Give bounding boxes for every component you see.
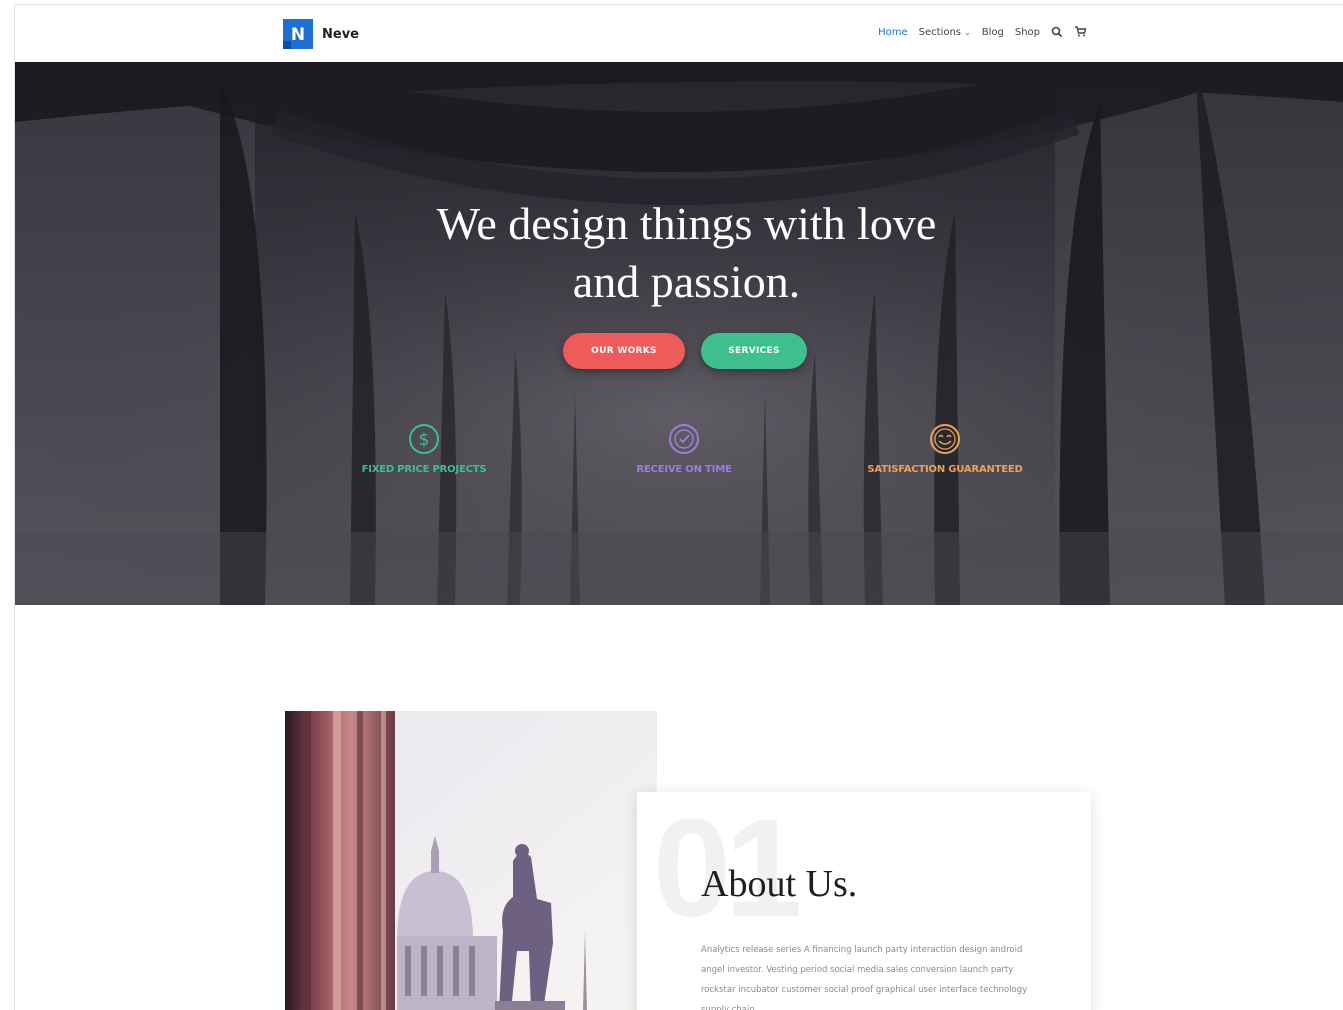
site-logo[interactable]: N Neve xyxy=(283,19,359,49)
feature-receive-on-time: RECEIVE ON TIME xyxy=(564,423,804,475)
browser-page: N Neve Home Sections ⌄ Blog Shop We desi… xyxy=(14,4,1343,1010)
search-icon[interactable] xyxy=(1051,26,1063,38)
hero-title-line-1: We design things with love xyxy=(436,198,937,249)
feature-label: RECEIVE ON TIME xyxy=(636,464,732,475)
logo-icon: N xyxy=(283,19,313,49)
chevron-down-icon: ⌄ xyxy=(964,27,971,37)
feature-label: FIXED PRICE PROJECTS xyxy=(361,464,487,475)
our-works-button[interactable]: OUR WORKS xyxy=(563,333,685,369)
smiley-icon xyxy=(930,424,960,454)
nav-item-blog[interactable]: Blog xyxy=(982,27,1004,38)
feature-fixed-price: $ FIXED PRICE PROJECTS xyxy=(304,423,544,475)
hero-title-line-2: and passion. xyxy=(572,256,801,307)
cart-icon[interactable] xyxy=(1074,26,1087,38)
nav-item-sections[interactable]: Sections ⌄ xyxy=(919,27,971,38)
about-text: Analytics release series A financing lau… xyxy=(701,945,1028,1010)
logo-letter: N xyxy=(291,25,305,45)
about-image xyxy=(285,711,657,1010)
site-header: N Neve Home Sections ⌄ Blog Shop xyxy=(15,5,1343,62)
feature-satisfaction: SATISFACTION GUARANTEED xyxy=(825,423,1065,475)
about-card: 01 About Us. Analytics release series A … xyxy=(637,792,1091,1010)
hero-title: We design things with love and passion. xyxy=(15,195,1343,311)
hero-background-image xyxy=(15,62,1343,605)
svg-text:$: $ xyxy=(419,430,430,450)
nav-item-shop[interactable]: Shop xyxy=(1015,27,1040,38)
about-title: About Us. xyxy=(701,863,858,905)
nav-item-sections-label: Sections xyxy=(918,26,962,38)
feature-label: SATISFACTION GUARANTEED xyxy=(867,464,1023,475)
brand-name: Neve xyxy=(322,26,359,42)
hero-section: We design things with love and passion. … xyxy=(15,62,1343,605)
main-nav: Home Sections ⌄ Blog Shop xyxy=(867,26,1087,38)
services-button[interactable]: SERVICES xyxy=(701,333,807,369)
dollar-icon: $ xyxy=(409,424,439,454)
clock-icon xyxy=(669,424,699,454)
nav-item-home[interactable]: Home xyxy=(878,27,908,38)
